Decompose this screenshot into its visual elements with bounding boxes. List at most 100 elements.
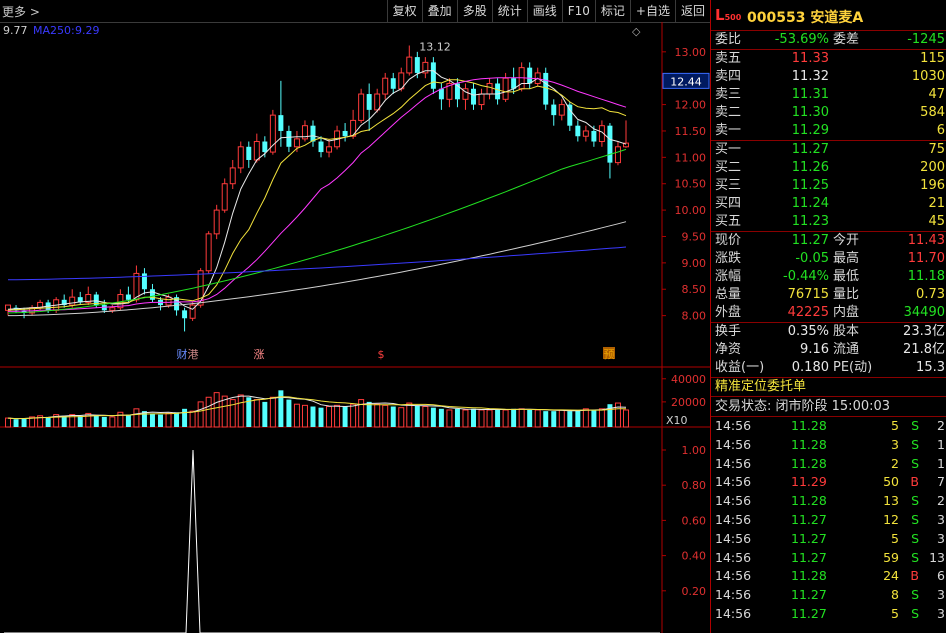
candle-body bbox=[495, 83, 501, 100]
tick-volume: 59 bbox=[883, 549, 899, 565]
volume-bar bbox=[182, 408, 188, 427]
candle-body bbox=[575, 125, 581, 137]
order-locate-link[interactable]: 精准定位委托单 bbox=[711, 377, 946, 396]
volume-bar bbox=[326, 406, 333, 428]
fund-label: 收益(一) bbox=[715, 360, 765, 375]
candle-body bbox=[326, 146, 333, 153]
tick-side: B bbox=[910, 568, 919, 584]
price-tick-label: 10.50 bbox=[675, 178, 707, 191]
toolbar-button-2[interactable]: 多股 bbox=[456, 0, 492, 22]
candle-body bbox=[125, 294, 131, 300]
stat-label: 内盘 bbox=[833, 305, 860, 320]
toolbar-button-3[interactable]: 统计 bbox=[491, 0, 527, 22]
ask-label: 卖四 bbox=[715, 69, 742, 84]
tick-time: 14:56 bbox=[715, 549, 752, 565]
indicator-tick-label: 0.80 bbox=[682, 479, 707, 492]
toolbar-button-5[interactable]: F10 bbox=[561, 0, 595, 22]
volume-bar bbox=[158, 414, 163, 427]
volume-bar bbox=[117, 411, 124, 428]
ma250-line bbox=[8, 246, 627, 281]
tick-count: 3 bbox=[937, 605, 945, 621]
volume-bar bbox=[534, 409, 541, 428]
ask-label: 卖三 bbox=[715, 87, 742, 102]
toolbar-button-8[interactable]: 返回 bbox=[674, 0, 710, 22]
stat-label: 总量 bbox=[715, 287, 742, 302]
ask-row[interactable]: 卖三 11.31 47 bbox=[711, 86, 946, 104]
toolbar-button-6[interactable]: 标记 bbox=[594, 0, 630, 22]
ask-row[interactable]: 卖四 11.32 1030 bbox=[711, 68, 946, 86]
volume-bar bbox=[374, 403, 381, 428]
tick-side: S bbox=[911, 587, 919, 603]
ask-row[interactable]: 卖二 11.30 584 bbox=[711, 104, 946, 122]
candle-body bbox=[221, 183, 228, 211]
quote-stats: 现价 11.27 今开 11.43 涨跌 -0.05 最高 11.70 涨幅 -0.44% 最低 11… bbox=[711, 231, 946, 322]
volume-bar bbox=[575, 409, 581, 427]
toolbar-button-7[interactable]: +自选 bbox=[629, 0, 675, 22]
bid-row[interactable]: 买一 11.27 75 bbox=[711, 141, 946, 159]
price-low-label: 9.77 bbox=[3, 24, 28, 37]
volume-bar bbox=[342, 406, 348, 427]
stat-value: 34490 bbox=[903, 305, 945, 320]
ask-row[interactable]: 卖五 11.33 115 bbox=[711, 50, 946, 68]
event-mark: $ bbox=[378, 348, 385, 361]
bid-row[interactable]: 买二 11.26 200 bbox=[711, 159, 946, 177]
price-tick-label: 9.00 bbox=[682, 257, 707, 270]
ask-row[interactable]: 卖一 11.29 6 bbox=[711, 122, 946, 140]
tick-volume: 3 bbox=[891, 436, 899, 452]
volume-bar bbox=[551, 411, 557, 427]
tick-volume: 8 bbox=[891, 587, 899, 603]
volume-bar bbox=[77, 415, 83, 427]
tick-list[interactable]: 14:56 11.28 5 S 2 14:56 11.28 3 S 1 14:56 11.28 2 S 1 1… bbox=[711, 416, 946, 624]
candle-body bbox=[486, 82, 493, 95]
tick-price: 11.27 bbox=[791, 587, 827, 603]
more-menu-button[interactable]: 更多 > bbox=[2, 3, 40, 20]
volume-bar bbox=[478, 409, 485, 428]
candle-body bbox=[293, 138, 300, 148]
volume-bar bbox=[471, 408, 476, 427]
toolbar-button-4[interactable]: 画线 bbox=[526, 0, 562, 22]
tick-row: 14:56 11.27 12 S 3 bbox=[711, 511, 946, 530]
stat-row: 涨跌 -0.05 最高 11.70 bbox=[711, 250, 946, 268]
bid-row[interactable]: 买五 11.23 45 bbox=[711, 213, 946, 231]
tick-count: 13 bbox=[929, 549, 945, 565]
stat-value: 11.27 bbox=[791, 233, 829, 248]
volume-bar bbox=[237, 394, 244, 428]
toggle-icon: ◇ bbox=[632, 25, 641, 38]
candle-body bbox=[262, 141, 268, 153]
indicator-tick-label: 0.60 bbox=[682, 514, 707, 527]
toolbar-button-1[interactable]: 叠加 bbox=[421, 0, 457, 22]
stat-label: 最低 bbox=[833, 269, 860, 284]
bid-row[interactable]: 买四 11.24 21 bbox=[711, 195, 946, 213]
kline-chart[interactable]: 9.77MA250:9.29◇13.0012.5012.0011.5011.00… bbox=[0, 22, 710, 633]
volume-tick-label: 40000 bbox=[671, 373, 706, 386]
tick-count: 3 bbox=[937, 587, 945, 603]
volume-bar bbox=[109, 416, 116, 428]
ask-label: 卖一 bbox=[715, 123, 742, 138]
tick-time: 14:56 bbox=[715, 530, 752, 546]
candle-body bbox=[558, 104, 565, 116]
candle-body bbox=[614, 146, 621, 164]
toolbar-button-0[interactable]: 复权 bbox=[386, 0, 422, 22]
tick-time: 14:56 bbox=[715, 436, 752, 452]
candle-body bbox=[310, 125, 316, 142]
tick-row: 14:56 11.27 5 S 3 bbox=[711, 605, 946, 624]
volume-bar bbox=[382, 404, 389, 428]
candle-body bbox=[149, 289, 155, 300]
volume-bar bbox=[502, 409, 509, 428]
tick-side: S bbox=[911, 511, 919, 527]
ask-label: 卖五 bbox=[715, 51, 742, 66]
quote-panel: L500 000553 安道麦A 委比 -53.69% 委差 -1245 卖五 1… bbox=[710, 0, 946, 633]
tick-price: 11.28 bbox=[791, 436, 827, 452]
volume-bar bbox=[527, 409, 533, 427]
stat-value: 76715 bbox=[787, 287, 829, 302]
fund-label: 换手 bbox=[715, 324, 742, 339]
price-tick-label: 9.50 bbox=[682, 230, 707, 243]
tick-time: 14:56 bbox=[715, 511, 752, 527]
tick-price: 11.28 bbox=[791, 455, 827, 471]
event-mark: 涨 bbox=[254, 348, 265, 361]
volume-unit-label: X10 bbox=[666, 414, 688, 427]
stock-title[interactable]: 000553 安道麦A bbox=[747, 7, 863, 27]
bid-row[interactable]: 买三 11.25 196 bbox=[711, 177, 946, 195]
tick-time: 14:56 bbox=[715, 455, 752, 471]
candle-body bbox=[358, 93, 365, 121]
